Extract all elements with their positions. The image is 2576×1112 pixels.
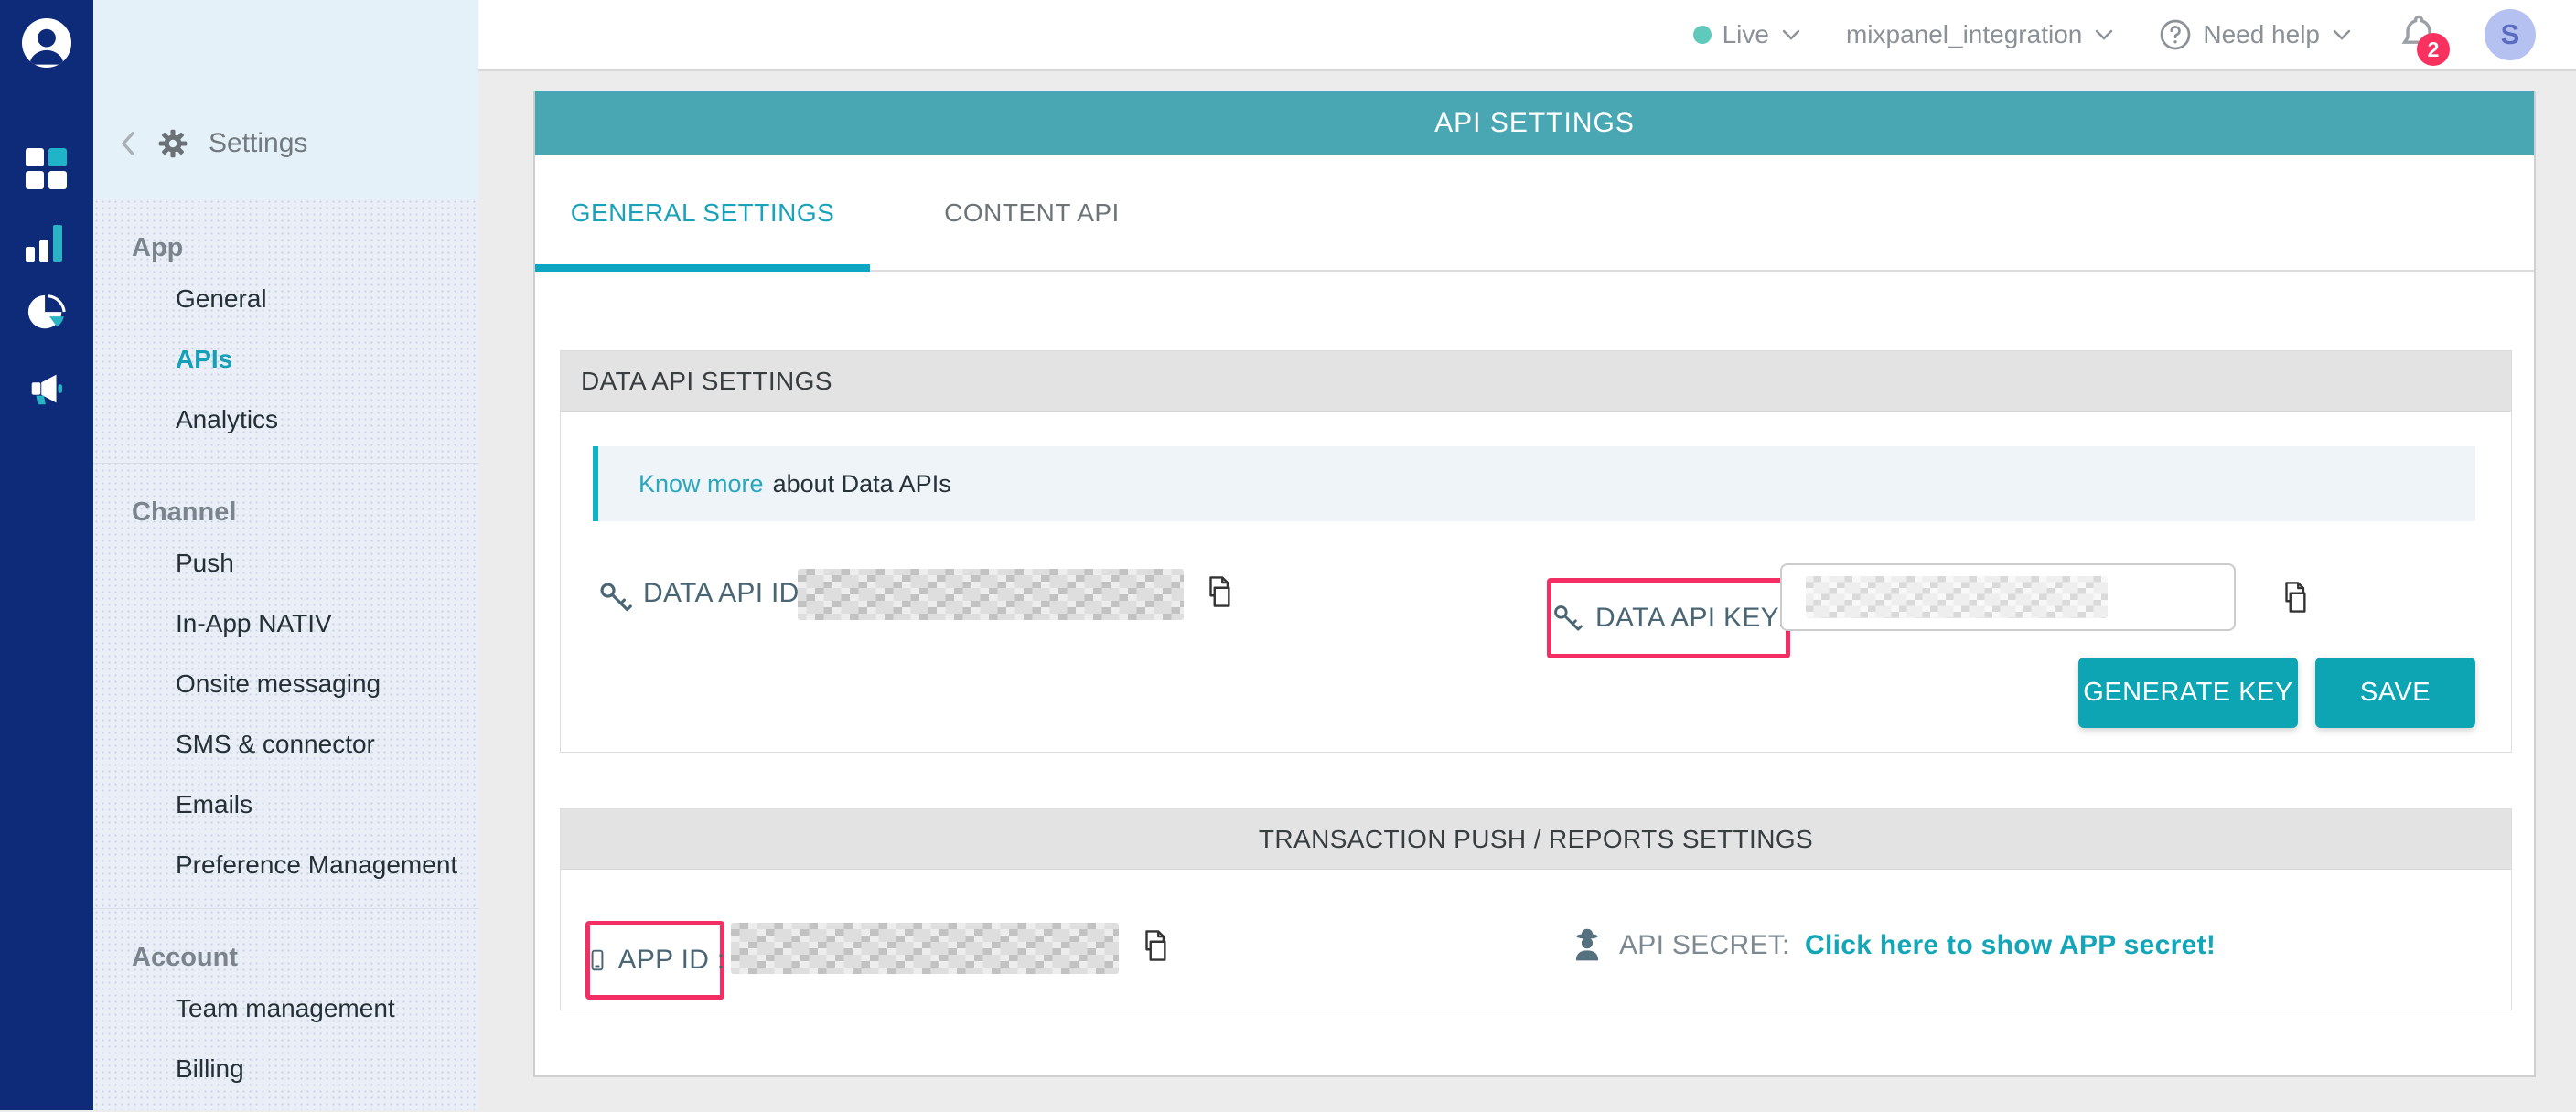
tab-bar: GENERAL SETTINGS CONTENT API [535,155,2534,272]
api-settings-card: API SETTINGS GENERAL SETTINGS CONTENT AP… [533,91,2536,1077]
sidebar-title: Settings [209,128,307,159]
spy-icon [1567,925,1607,965]
environment-dropdown[interactable]: Live [1693,20,1802,49]
sidebar-item-emails[interactable]: Emails [93,775,478,835]
data-api-key-highlight-box: DATA API KEY: [1547,578,1790,658]
tab-general-settings[interactable]: GENERAL SETTINGS [535,155,870,270]
key-icon [597,580,632,615]
dashboard-icon[interactable] [26,148,68,190]
section-header-account: Account [93,936,478,978]
chevron-down-icon [2331,27,2353,42]
know-more-link[interactable]: Know more [639,470,764,498]
sidebar-item-billing[interactable]: Billing [93,1039,478,1099]
app-id-value-redacted [731,923,1119,974]
key-icon [1551,603,1583,634]
sidebar-item-preference-management[interactable]: Preference Management [93,835,478,895]
data-api-section-header: DATA API SETTINGS [561,351,2511,412]
data-api-key-label: DATA API KEY: [1595,603,1786,634]
show-app-secret-link[interactable]: Click here to show APP secret! [1805,930,2216,961]
sidebar-item-onsite-messaging[interactable]: Onsite messaging [93,654,478,714]
data-api-key-value-redacted [1806,576,2108,618]
page-title: API SETTINGS [535,91,2534,155]
app-id-label: APP ID : [618,945,725,976]
analytics-chart-icon[interactable] [26,219,68,262]
api-secret-label: API SECRET: [1619,930,1790,961]
project-dropdown[interactable]: mixpanel_integration [1846,20,2115,49]
copy-data-api-id-icon[interactable] [1203,574,1234,609]
section-header-channel: Channel [93,491,478,533]
gear-icon [157,128,188,159]
sidebar-section-account: Account Team management Billing [93,909,478,1112]
settings-sidebar: Settings App General APIs Analytics Chan… [93,0,478,1110]
help-label: Need help [2203,20,2320,49]
sidebar-item-apis[interactable]: APIs [93,329,478,390]
brand-logo-icon[interactable] [22,18,71,68]
data-api-id-label: DATA API ID: [643,578,807,609]
user-avatar[interactable]: S [2485,9,2536,60]
sidebar-item-push[interactable]: Push [93,533,478,593]
banner-text: about Data APIs [773,470,951,498]
sidebar-item-analytics[interactable]: Analytics [93,390,478,450]
data-api-settings-section: DATA API SETTINGS Know more about Data A… [560,350,2512,753]
project-name: mixpanel_integration [1846,20,2082,49]
sidebar-item-sms-connector[interactable]: SMS & connector [93,714,478,775]
top-bar: Live mixpanel_integration Need help 2 S [478,0,2576,71]
data-api-id-value-redacted [798,569,1184,620]
copy-data-api-key-icon[interactable] [2279,580,2310,615]
app-id-highlight-box: APP ID : [585,921,724,1000]
know-more-banner: Know more about Data APIs [593,446,2475,521]
sidebar-section-channel: Channel Push In-App NATIV Onsite messagi… [93,464,478,908]
chevron-down-icon [2093,27,2115,42]
transaction-section-header: TRANSACTION PUSH / REPORTS SETTINGS [561,809,2511,870]
pie-chart-icon[interactable] [26,293,68,335]
question-circle-icon [2159,18,2192,51]
content-area: API SETTINGS GENERAL SETTINGS CONTENT AP… [478,71,2576,1110]
back-chevron-icon[interactable] [119,130,137,157]
chevron-down-icon [1780,27,1802,42]
transaction-push-section: TRANSACTION PUSH / REPORTS SETTINGS APP … [560,808,2512,1010]
help-dropdown[interactable]: Need help [2159,18,2353,51]
sidebar-item-inapp-nativ[interactable]: In-App NATIV [93,593,478,654]
notifications-bell[interactable]: 2 [2397,11,2441,59]
generate-key-button[interactable]: GENERATE KEY [2078,658,2298,728]
live-label: Live [1723,20,1769,49]
live-status-dot [1693,26,1712,44]
sidebar-section-app: App General APIs Analytics [93,199,478,463]
phone-icon [585,946,609,974]
tab-content-api[interactable]: CONTENT API [883,155,1181,270]
notification-badge: 2 [2417,33,2450,66]
campaign-megaphone-icon[interactable] [26,368,68,410]
data-api-key-input[interactable] [1780,563,2236,631]
sidebar-header: Settings [93,0,478,198]
save-button[interactable]: SAVE [2315,658,2475,728]
sidebar-item-general[interactable]: General [93,269,478,329]
app-rail [0,0,93,1110]
sidebar-item-team-management[interactable]: Team management [93,978,478,1039]
section-header-app: App [93,227,478,269]
copy-app-id-icon[interactable] [1139,928,1170,963]
